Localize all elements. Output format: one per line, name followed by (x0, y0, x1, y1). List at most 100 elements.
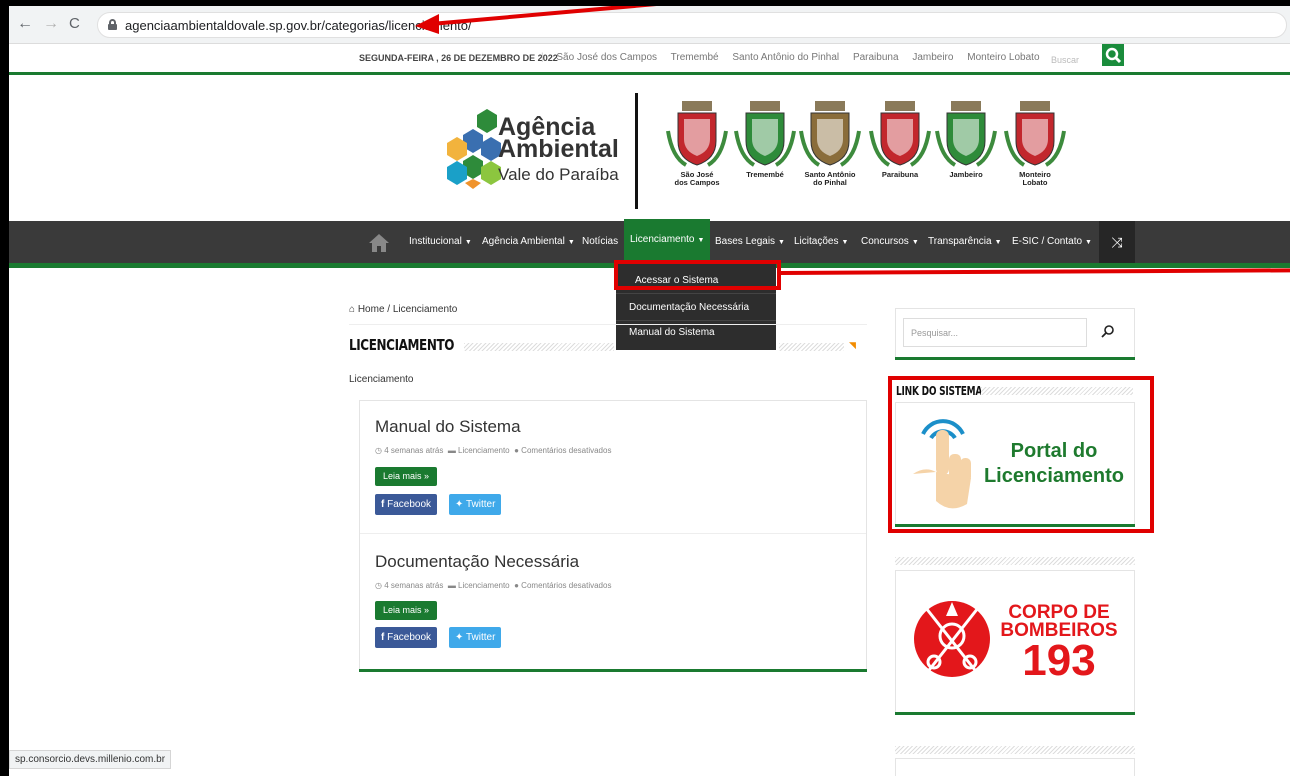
clock-icon: ◷ (375, 581, 382, 590)
post-title[interactable]: Manual do Sistema (375, 417, 521, 437)
city-crest[interactable]: Monteiro Lobato (1004, 101, 1066, 211)
shuffle-icon: ⤨ (1111, 234, 1123, 250)
red-highlight-box (888, 376, 1154, 533)
main-navigation: Institucional ▼ Agência Ambiental ▼ Notíci… (9, 219, 1290, 263)
city-crest-icon (666, 101, 728, 167)
top-search-input[interactable]: Buscar (1043, 51, 1103, 69)
twitter-icon: ✦ (455, 499, 464, 510)
red-highlight-box (614, 260, 781, 290)
city-crest[interactable]: São José dos Campos (666, 101, 728, 211)
city-crest-icon (799, 101, 861, 167)
current-date: SEGUNDA-FEIRA , 26 DE DEZEMBRO DE 2022 (359, 53, 558, 63)
nav-item-concursos[interactable]: Concursos ▼ (855, 221, 925, 263)
reload-icon[interactable]: C (69, 15, 80, 32)
clock-icon: ◷ (375, 446, 382, 455)
random-post-button[interactable]: ⤨ (1099, 221, 1135, 263)
red-annotation-line (780, 268, 1290, 275)
post-meta: ◷ 4 semanas atrás ▬ Licenciamento ● Come… (375, 446, 612, 455)
city-crest-label: Jambeiro (949, 170, 983, 179)
twitter-share-button[interactable]: ✦ Twitter (449, 494, 502, 515)
post-meta: ◷ 4 semanas atrás ▬ Licenciamento ● Come… (375, 581, 612, 590)
breadcrumb-home[interactable]: Home (358, 304, 385, 315)
dropdown-divider (616, 293, 776, 294)
city-link[interactable]: Jambeiro (912, 52, 953, 63)
widget-title-stripes (895, 557, 1135, 565)
header-divider (635, 93, 638, 209)
widget-title-stripes (895, 746, 1135, 754)
city-crest-label: Monteiro Lobato (1019, 170, 1051, 187)
folder-icon: ▬ (447, 446, 456, 455)
agency-logo-hexagons-icon[interactable] (437, 103, 501, 189)
nav-item-noticias[interactable]: Notícias (576, 221, 624, 263)
nav-item-transparencia[interactable]: Transparência ▼ (922, 221, 1008, 263)
bombeiros-text: CORPO DE BOMBEIROS 193 (1000, 602, 1118, 685)
city-crest[interactable]: Paraibuna (869, 101, 931, 211)
city-crest-icon (869, 101, 931, 167)
home-icon[interactable]: ⌂ (349, 304, 355, 315)
sidebar-search-input[interactable]: Pesquisar... (903, 318, 1087, 347)
dropdown-divider (616, 320, 776, 321)
city-crest[interactable]: Santo Antônio do Pinhal (799, 101, 861, 211)
nav-item-bases-legais[interactable]: Bases Legais ▼ (709, 221, 791, 263)
post-category-link[interactable]: Licenciamento (458, 581, 510, 590)
city-link[interactable]: Santo Antônio do Pinhal (732, 52, 839, 63)
city-crest-label: São José dos Campos (674, 170, 720, 187)
facebook-icon: f (381, 499, 385, 510)
comment-icon: ● (514, 446, 519, 455)
city-link[interactable]: Paraibuna (853, 52, 899, 63)
title-stripes (779, 343, 844, 351)
bombeiros-emblem-icon (914, 601, 990, 677)
city-link[interactable]: São José dos Campos (556, 52, 657, 63)
category-description: Licenciamento (349, 374, 414, 385)
nav-item-licitacoes[interactable]: Licitações ▼ (788, 221, 854, 263)
red-arrow-annotation (415, 6, 657, 34)
browser-status-url: sp.consorcio.devs.millenio.com.br (9, 750, 172, 769)
city-links: | São José dos Campos Tremembé Santo Ant… (541, 52, 1040, 63)
city-crest[interactable]: Jambeiro (935, 101, 997, 211)
facebook-share-button[interactable]: f Facebook (375, 494, 438, 515)
search-icon[interactable] (1101, 324, 1115, 338)
city-link[interactable]: Tremembé (671, 52, 719, 63)
breadcrumb-current: Licenciamento (392, 304, 458, 315)
folder-icon: ▬ (447, 581, 456, 590)
rss-icon[interactable]: ◥ (849, 340, 856, 351)
back-icon[interactable]: ← (17, 15, 33, 33)
logo-subtitle: Vale do Paraíba (498, 165, 619, 184)
city-crest-icon (935, 101, 997, 167)
widget-green-line (895, 357, 1135, 360)
post-title[interactable]: Documentação Necessária (375, 552, 579, 572)
dropdown-item-manual[interactable]: Manual do Sistema (629, 327, 715, 338)
city-link[interactable]: Monteiro Lobato (967, 52, 1039, 63)
nav-item-institucional[interactable]: Institucional ▼ (403, 221, 478, 263)
nav-item-licenciamento[interactable]: Licenciamento ▼ (624, 219, 711, 263)
dropdown-item-documentacao[interactable]: Documentação Necessária (629, 302, 749, 313)
city-crest-label: Santo Antônio do Pinhal (804, 170, 856, 187)
city-crest[interactable]: Tremembé (734, 101, 796, 211)
nav-item-esic-contato[interactable]: E-SIC / Contato ▼ (1006, 221, 1098, 263)
twitter-icon: ✦ (455, 632, 464, 643)
post-category-link[interactable]: Licenciamento (458, 446, 510, 455)
home-icon[interactable] (369, 234, 389, 252)
nav-item-agencia-ambiental[interactable]: Agência Ambiental ▼ (476, 221, 581, 263)
twitter-share-button[interactable]: ✦ Twitter (449, 627, 502, 648)
widget-green-line (895, 712, 1135, 715)
read-more-button[interactable]: Leia mais » (375, 467, 438, 486)
site-header: Agência Ambiental Vale do Paraíba São Jo… (9, 75, 1290, 221)
screenshot-frame: ← → C agenciaambientaldovale.sp.gov.br/c… (0, 0, 1290, 776)
title-stripes (464, 343, 614, 351)
top-info-bar: SEGUNDA-FEIRA , 26 DE DEZEMBRO DE 2022 |… (9, 44, 1290, 74)
forward-icon[interactable]: → (43, 15, 59, 33)
lock-icon (108, 19, 117, 30)
read-more-button[interactable]: Leia mais » (375, 601, 438, 620)
page-title: LICENCIAMENTO (349, 336, 455, 354)
logo-title: Agência Ambiental (498, 113, 619, 163)
comment-icon: ● (514, 581, 519, 590)
facebook-share-button[interactable]: f Facebook (375, 627, 438, 648)
posts-bottom-line (359, 669, 867, 672)
search-icon (1105, 47, 1122, 64)
top-search-button[interactable] (1102, 44, 1124, 66)
sidebar-widget (895, 758, 1135, 776)
breadcrumb: ⌂ Home / Licenciamento (349, 304, 458, 315)
city-crest-icon (1004, 101, 1066, 167)
city-crest-label: Tremembé (746, 170, 784, 179)
